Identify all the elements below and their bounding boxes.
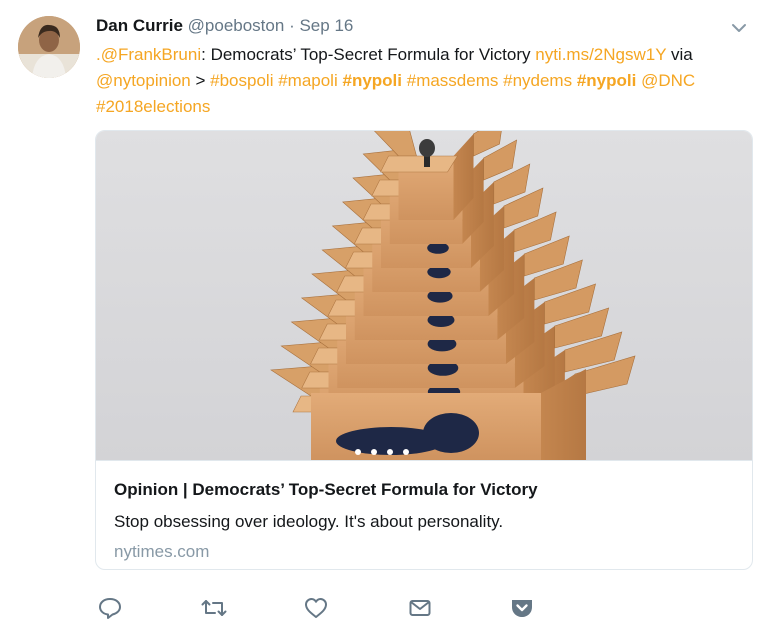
link-preview-card[interactable]: Opinion | Democrats’ Top-Secret Formula … xyxy=(95,130,753,570)
hashtag-mapoli[interactable]: #mapoli xyxy=(278,71,338,90)
author-handle[interactable]: @poeboston xyxy=(188,16,285,35)
hashtag-bospoli[interactable]: #bospoli xyxy=(210,71,273,90)
card-description: Stop obsessing over ideology. It's about… xyxy=(114,512,504,531)
hashtag-2018elections[interactable]: #2018elections xyxy=(96,97,210,116)
mention-dnc[interactable]: @DNC xyxy=(641,71,695,90)
reply-icon[interactable] xyxy=(97,595,123,621)
direct-message-icon[interactable] xyxy=(407,595,433,621)
retweet-icon[interactable] xyxy=(200,595,228,621)
hashtag-nypoli-2[interactable]: #nypoli xyxy=(577,71,637,90)
tweet-link[interactable]: nyti.ms/2Ngsw1Y xyxy=(535,45,666,64)
author-name[interactable]: Dan Currie xyxy=(96,16,183,35)
chevron-down-icon[interactable] xyxy=(728,18,750,38)
tweet-text-segment: via xyxy=(666,45,693,64)
tweet-action-bar xyxy=(0,595,765,623)
card-body[interactable]: Opinion | Democrats’ Top-Secret Formula … xyxy=(96,460,752,569)
pocket-icon[interactable] xyxy=(509,595,535,621)
hashtag-nypoli[interactable]: #nypoli xyxy=(342,71,402,90)
tweet-header: Dan Currie @poeboston · Sep 16 xyxy=(96,15,353,37)
hashtag-nydems[interactable]: #nydems xyxy=(503,71,572,90)
card-domain: nytimes.com xyxy=(114,542,210,561)
card-image[interactable] xyxy=(96,131,752,460)
like-icon[interactable] xyxy=(303,595,329,621)
hashtag-massdems[interactable]: #massdems xyxy=(407,71,499,90)
mention-frankbruni[interactable]: .@FrankBruni xyxy=(96,45,201,64)
tweet-text: .@FrankBruni: Democrats’ Top-Secret Form… xyxy=(96,42,746,120)
tweet-text-segment: > xyxy=(190,71,211,90)
separator-dot: · xyxy=(289,16,295,35)
card-title[interactable]: Opinion | Democrats’ Top-Secret Formula … xyxy=(114,480,538,500)
tweet-text-segment: : Democrats’ Top-Secret Formula for Vict… xyxy=(201,45,536,64)
mention-nytopinion[interactable]: @nytopinion xyxy=(96,71,191,90)
tweet-date[interactable]: Sep 16 xyxy=(299,16,353,35)
author-avatar[interactable] xyxy=(18,16,80,78)
